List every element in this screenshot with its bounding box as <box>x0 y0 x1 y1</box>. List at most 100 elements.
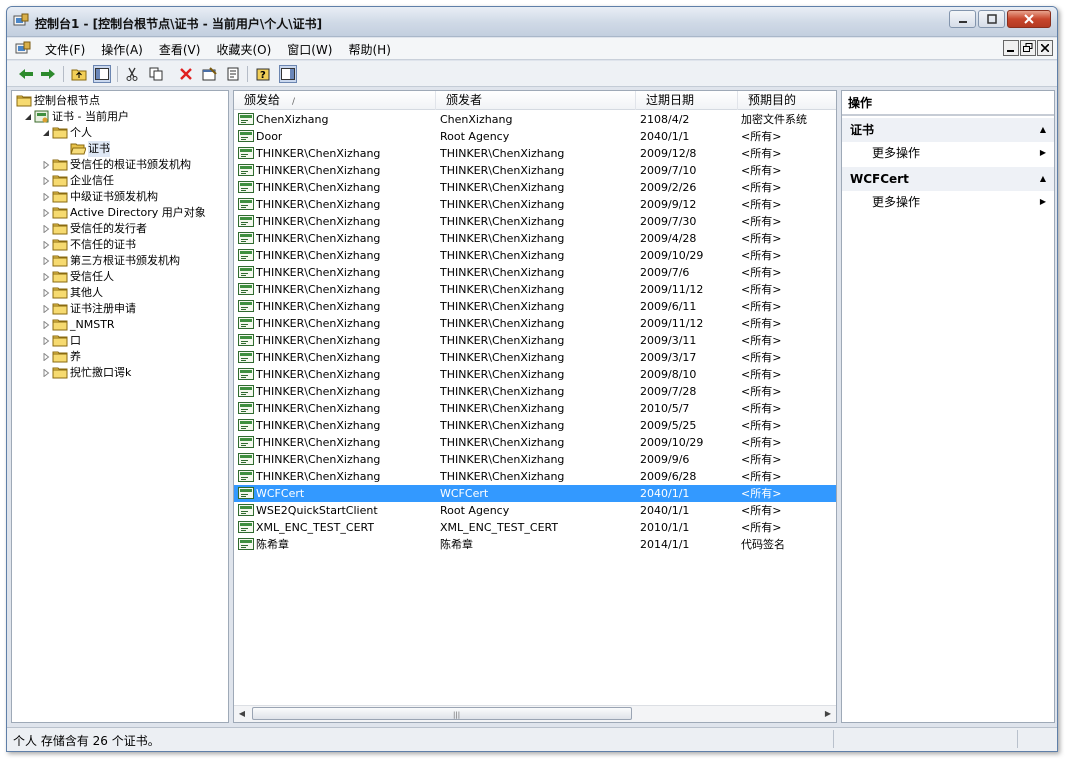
table-row[interactable]: THINKER\ChenXizhang THINKER\ChenXizhang 20… <box>234 196 836 213</box>
collapsed-triangle-icon[interactable] <box>42 273 50 281</box>
tree-item[interactable]: 中级证书颁发机构 <box>12 189 228 205</box>
actions-section-wcfcert[interactable]: WCFCert ▲ <box>842 167 1054 191</box>
console-tree-pane[interactable]: 控制台根节点 证书 - 当前用户 个人 证书 受信任的根证书颁发机构 企业信任 中级证书颁发… <box>11 90 229 723</box>
table-cell: 2009/10/29 <box>640 436 704 449</box>
table-row[interactable]: THINKER\ChenXizhang THINKER\ChenXizhang 20… <box>234 145 836 162</box>
cut-button[interactable] <box>123 65 141 83</box>
table-row[interactable]: THINKER\ChenXizhang THINKER\ChenXizhang 20… <box>234 400 836 417</box>
menu-window[interactable]: 窗口(W) <box>279 42 340 58</box>
table-row[interactable]: THINKER\ChenXizhang THINKER\ChenXizhang 20… <box>234 366 836 383</box>
table-row[interactable]: ChenXizhang ChenXizhang 2108/4/2 加密文件系统 <box>234 111 836 128</box>
child-close-button[interactable] <box>1037 40 1053 56</box>
table-row[interactable]: THINKER\ChenXizhang THINKER\ChenXizhang 20… <box>234 451 836 468</box>
actions-section-certificates[interactable]: 证书 ▲ <box>842 118 1054 142</box>
expanded-triangle-icon[interactable] <box>24 113 32 121</box>
table-row[interactable]: THINKER\ChenXizhang THINKER\ChenXizhang 20… <box>234 213 836 230</box>
table-row[interactable]: THINKER\ChenXizhang THINKER\ChenXizhang 20… <box>234 417 836 434</box>
table-row[interactable]: THINKER\ChenXizhang THINKER\ChenXizhang 20… <box>234 264 836 281</box>
tree-item[interactable]: 证书 - 当前用户 <box>12 109 228 125</box>
delete-button[interactable] <box>177 65 195 83</box>
collapsed-triangle-icon[interactable] <box>42 257 50 265</box>
scroll-right-arrow-icon[interactable]: ▶ <box>823 709 833 719</box>
tree-item[interactable]: 其他人 <box>12 285 228 301</box>
tree-item[interactable]: 掜忙撽口谔k <box>12 365 228 381</box>
certificate-list-pane[interactable]: 颁发给 / 颁发者 过期日期 预期目的 ChenXizhang ChenXizhan… <box>233 90 837 723</box>
menu-file[interactable]: 文件(F) <box>37 42 93 58</box>
tree-item[interactable]: 控制台根节点 <box>12 93 228 109</box>
column-header-issued-to[interactable]: 颁发给 / <box>234 91 436 110</box>
console-document-icon[interactable] <box>15 41 31 57</box>
table-row[interactable]: THINKER\ChenXizhang THINKER\ChenXizhang 20… <box>234 349 836 366</box>
menu-favorites[interactable]: 收藏夹(O) <box>208 42 279 58</box>
maximize-button[interactable] <box>978 10 1005 28</box>
forward-button[interactable] <box>39 65 57 83</box>
table-row[interactable]: THINKER\ChenXizhang THINKER\ChenXizhang 20… <box>234 315 836 332</box>
table-row[interactable]: THINKER\ChenXizhang THINKER\ChenXizhang 20… <box>234 247 836 264</box>
table-row[interactable]: 陈希章 陈希章 2014/1/1 代码签名 <box>234 536 836 553</box>
table-row[interactable]: THINKER\ChenXizhang THINKER\ChenXizhang 20… <box>234 434 836 451</box>
scrollbar-thumb[interactable]: ||| <box>252 707 632 720</box>
tree-item[interactable]: 受信任的发行者 <box>12 221 228 237</box>
collapsed-triangle-icon[interactable] <box>42 193 50 201</box>
table-row[interactable]: Door Root Agency 2040/1/1 <所有> <box>234 128 836 145</box>
minimize-button[interactable] <box>949 10 976 28</box>
collapsed-triangle-icon[interactable] <box>42 225 50 233</box>
tree-item[interactable]: Active Directory 用户对象 <box>12 205 228 221</box>
collapsed-triangle-icon[interactable] <box>42 369 50 377</box>
table-row[interactable]: THINKER\ChenXizhang THINKER\ChenXizhang 20… <box>234 332 836 349</box>
table-row[interactable]: XML_ENC_TEST_CERT XML_ENC_TEST_CERT 2010/1… <box>234 519 836 536</box>
table-row[interactable]: THINKER\ChenXizhang THINKER\ChenXizhang 20… <box>234 230 836 247</box>
close-button[interactable] <box>1007 10 1051 28</box>
up-one-level-button[interactable] <box>70 65 88 83</box>
horizontal-scrollbar[interactable]: ◀ ||| ▶ <box>234 705 836 722</box>
collapsed-triangle-icon[interactable] <box>42 289 50 297</box>
title-bar[interactable]: 控制台1 - [控制台根节点\证书 - 当前用户\个人\证书] <box>7 7 1057 37</box>
tree-item[interactable]: 证书注册申请 <box>12 301 228 317</box>
child-restore-button[interactable] <box>1020 40 1036 56</box>
table-row[interactable]: THINKER\ChenXizhang THINKER\ChenXizhang 20… <box>234 179 836 196</box>
menu-action[interactable]: 操作(A) <box>93 42 151 58</box>
more-actions-wcfcert[interactable]: 更多操作 ▶ <box>842 191 1054 213</box>
tree-item[interactable]: 不信任的证书 <box>12 237 228 253</box>
tree-item[interactable]: 证书 <box>12 141 228 157</box>
tree-item[interactable]: _NMSTR <box>12 317 228 333</box>
tree-item[interactable]: 个人 <box>12 125 228 141</box>
table-row[interactable]: THINKER\ChenXizhang THINKER\ChenXizhang 20… <box>234 162 836 179</box>
table-row[interactable]: THINKER\ChenXizhang THINKER\ChenXizhang 20… <box>234 468 836 485</box>
expanded-triangle-icon[interactable] <box>42 129 50 137</box>
column-header-issued-by[interactable]: 颁发者 <box>436 91 636 110</box>
copy-button[interactable] <box>147 65 165 83</box>
export-list-button[interactable] <box>225 65 243 83</box>
column-header-intended-purposes[interactable]: 预期目的 <box>738 91 836 110</box>
collapsed-triangle-icon[interactable] <box>42 161 50 169</box>
table-row[interactable]: THINKER\ChenXizhang THINKER\ChenXizhang 20… <box>234 298 836 315</box>
collapsed-triangle-icon[interactable] <box>42 353 50 361</box>
back-button[interactable] <box>17 65 35 83</box>
collapsed-triangle-icon[interactable] <box>42 337 50 345</box>
tree-item[interactable]: 养 <box>12 349 228 365</box>
menu-view[interactable]: 查看(V) <box>151 42 209 58</box>
tree-item[interactable]: 受信任人 <box>12 269 228 285</box>
child-minimize-button[interactable] <box>1003 40 1019 56</box>
table-row[interactable]: WSE2QuickStartClient Root Agency 2040/1/1 <… <box>234 502 836 519</box>
collapsed-triangle-icon[interactable] <box>42 209 50 217</box>
collapsed-triangle-icon[interactable] <box>42 321 50 329</box>
show-hide-action-pane-button[interactable] <box>279 65 297 83</box>
tree-item[interactable]: 口 <box>12 333 228 349</box>
tree-item[interactable]: 第三方根证书颁发机构 <box>12 253 228 269</box>
table-row[interactable]: WCFCert WCFCert 2040/1/1 <所有> <box>234 485 836 502</box>
table-row[interactable]: THINKER\ChenXizhang THINKER\ChenXizhang 20… <box>234 383 836 400</box>
collapsed-triangle-icon[interactable] <box>42 305 50 313</box>
table-row[interactable]: THINKER\ChenXizhang THINKER\ChenXizhang 20… <box>234 281 836 298</box>
column-header-expiration-date[interactable]: 过期日期 <box>636 91 738 110</box>
properties-button[interactable] <box>201 65 219 83</box>
collapsed-triangle-icon[interactable] <box>42 241 50 249</box>
menu-help[interactable]: 帮助(H) <box>340 42 398 58</box>
show-hide-tree-button[interactable] <box>93 65 111 83</box>
tree-item[interactable]: 受信任的根证书颁发机构 <box>12 157 228 173</box>
scroll-left-arrow-icon[interactable]: ◀ <box>237 709 247 719</box>
help-button[interactable]: ? <box>255 65 273 83</box>
collapsed-triangle-icon[interactable] <box>42 177 50 185</box>
more-actions-certificates[interactable]: 更多操作 ▶ <box>842 142 1054 164</box>
tree-item[interactable]: 企业信任 <box>12 173 228 189</box>
